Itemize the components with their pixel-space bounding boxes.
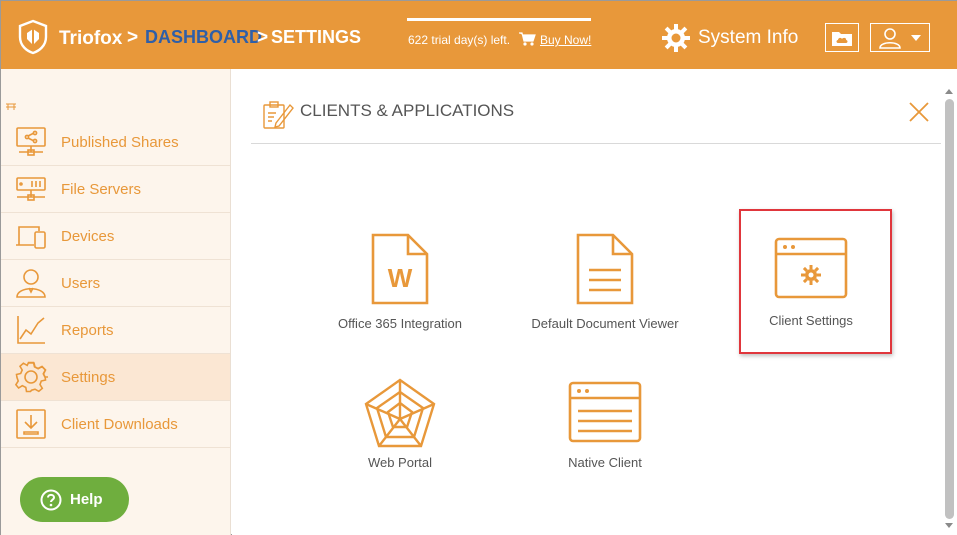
- brand-name: Triofox: [59, 28, 123, 49]
- highlight-box: [739, 209, 892, 354]
- sidebar-item-label: Published Shares: [61, 133, 179, 151]
- sidebar-item-published-shares[interactable]: Published Shares: [1, 119, 230, 166]
- svg-text:W: W: [388, 263, 413, 293]
- sidebar-item-users[interactable]: Users: [1, 260, 230, 307]
- sidebar-item-client-downloads[interactable]: Client Downloads: [1, 401, 230, 448]
- sidebar-item-file-servers[interactable]: File Servers: [1, 166, 230, 213]
- tile-label: Default Document Viewer: [531, 316, 679, 331]
- sidebar-item-label: Devices: [61, 227, 115, 245]
- close-icon[interactable]: [908, 101, 930, 123]
- cloud-folder-button[interactable]: [825, 23, 859, 52]
- default-document-viewer-tile[interactable]: Default Document Viewer: [520, 232, 690, 331]
- clipboard-edit-icon: [263, 101, 294, 129]
- clients-applications-panel: CLIENTS & APPLICATIONS W Office 365 Inte…: [232, 69, 942, 535]
- system-info-button[interactable]: System Info: [661, 23, 798, 53]
- gear-icon: [662, 24, 690, 52]
- native-client-tile[interactable]: Native Client: [520, 381, 690, 470]
- sidebar-item-label: Client Downloads: [61, 415, 178, 433]
- chevron-down-icon: [911, 34, 921, 41]
- breadcrumb-dashboard-link[interactable]: DASHBOARD: [145, 27, 262, 48]
- sidebar-item-label: Settings: [61, 368, 116, 386]
- tile-label: Native Client: [568, 455, 642, 470]
- document-viewer-icon: [576, 233, 634, 305]
- sidebar-item-settings[interactable]: Settings: [1, 354, 230, 401]
- user-icon: [879, 27, 901, 49]
- breadcrumb-separator: >: [127, 27, 139, 48]
- vertical-scrollbar[interactable]: [942, 69, 957, 535]
- panel-divider: [251, 143, 941, 144]
- scroll-thumb[interactable]: [945, 99, 954, 519]
- breadcrumb-separator: >: [257, 27, 269, 48]
- word-document-icon: W: [371, 233, 429, 305]
- web-portal-icon: [364, 378, 436, 448]
- breadcrumb-settings: SETTINGS: [271, 27, 362, 47]
- user-menu-button[interactable]: [870, 23, 930, 52]
- top-bar: Triofox > DASHBOARD > SETTINGS 622 trial…: [1, 1, 957, 69]
- sidebar-item-label: File Servers: [61, 180, 142, 198]
- tile-label: Office 365 Integration: [337, 316, 463, 331]
- reports-icon: [17, 316, 45, 344]
- sidebar-item-label: Users: [61, 274, 101, 292]
- system-info-label: System Info: [698, 27, 799, 48]
- native-client-window-icon: [568, 381, 642, 443]
- settings-gear-icon: [14, 361, 48, 393]
- file-servers-icon: [16, 177, 46, 201]
- users-icon: [16, 269, 46, 298]
- office365-integration-tile[interactable]: W Office 365 Integration: [315, 232, 485, 331]
- question-circle-icon: [40, 489, 62, 510]
- panel-title: CLIENTS & APPLICATIONS: [300, 101, 515, 120]
- cart-icon: [519, 32, 536, 46]
- cloud-folder-icon: [832, 31, 852, 46]
- buy-now-link[interactable]: Buy Now!: [540, 33, 591, 47]
- help-button[interactable]: Help: [20, 477, 129, 522]
- trial-days-text: 622 trial day(s) left.: [408, 33, 511, 47]
- client-downloads-icon: [16, 409, 46, 439]
- sidebar: Published Shares File Servers Devices Us…: [1, 69, 231, 535]
- tile-label: Web Portal: [367, 455, 433, 470]
- sidebar-item-label: Reports: [61, 321, 114, 339]
- web-portal-tile[interactable]: Web Portal: [315, 377, 485, 470]
- published-shares-icon: [16, 127, 46, 156]
- sidebar-collapse-icon[interactable]: [6, 103, 16, 111]
- scroll-down-arrow-icon[interactable]: [945, 523, 953, 528]
- help-label: Help: [70, 491, 103, 508]
- sidebar-item-devices[interactable]: Devices: [1, 213, 230, 260]
- devices-icon: [16, 226, 46, 249]
- scroll-up-arrow-icon[interactable]: [945, 89, 953, 94]
- sidebar-item-reports[interactable]: Reports: [1, 307, 230, 354]
- trial-progress-bar: [407, 18, 591, 21]
- triofox-logo-icon: [18, 19, 48, 55]
